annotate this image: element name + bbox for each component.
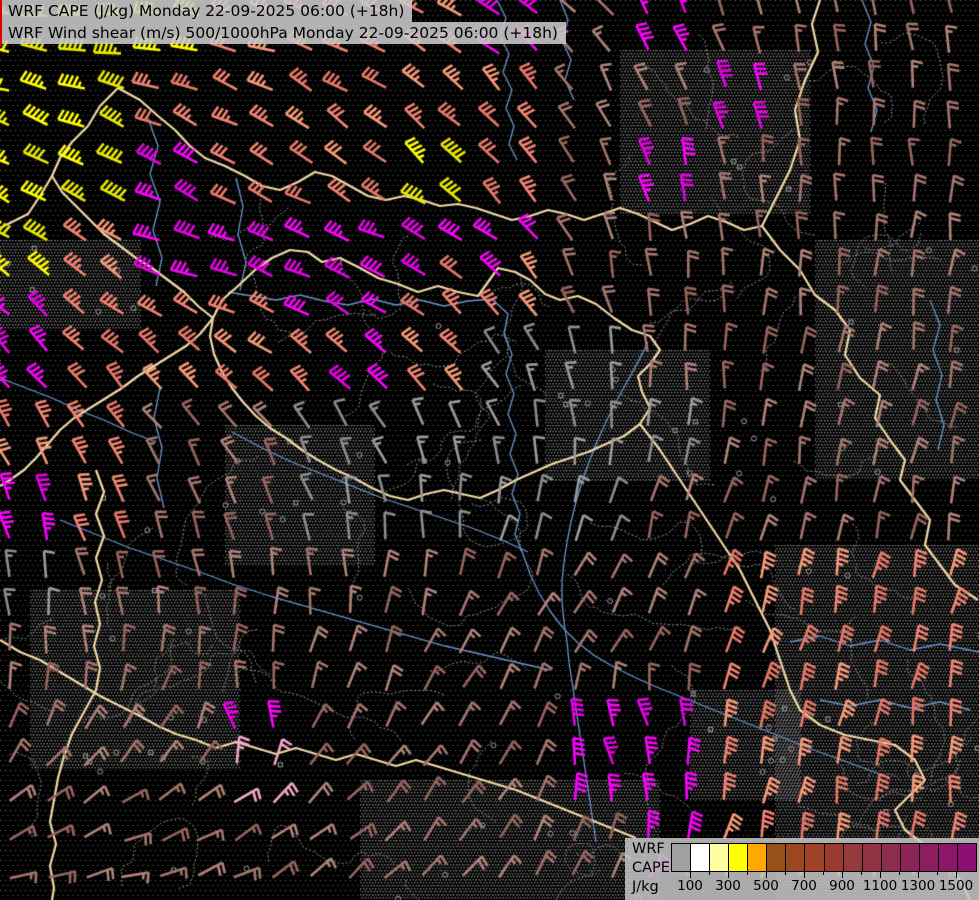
legend-tick-label: 700 [791,878,817,894]
legend-cell-15 [957,844,976,871]
legend-tick [785,871,786,875]
legend-cell-13 [919,844,939,871]
legend-tick [709,871,710,875]
legend-cell-10 [862,844,882,871]
legend-cell-9 [843,844,863,871]
legend-tick [766,871,767,878]
map-title-block: WRF CAPE (J/kg) Monday 22-09-2025 06:00 … [2,0,566,44]
legend-tick-label: 1300 [900,878,936,894]
legend-tick [804,871,805,878]
legend-cell-14 [938,844,958,871]
legend-cell-11 [881,844,901,871]
legend-cell-3 [729,844,749,871]
legend-tick-label: 300 [715,878,741,894]
title-line-windshear: WRF Wind shear (m/s) 500/1000hPa Monday … [2,22,566,44]
legend-colorbar [671,843,977,872]
legend-tick [861,871,862,875]
legend-tick [690,871,691,878]
legend-tick-label: 1500 [938,878,974,894]
legend-cell-6 [786,844,806,871]
legend-tick [956,871,957,878]
title-line-cape: WRF CAPE (J/kg) Monday 22-09-2025 06:00 … [2,0,413,22]
legend-tick [880,871,881,878]
legend-cell-8 [824,844,844,871]
legend-tick [899,871,900,875]
legend-tick [937,871,938,875]
legend-tick [918,871,919,878]
legend-cell-7 [805,844,825,871]
legend-tick-label: 900 [829,878,855,894]
legend-tick [747,871,748,875]
legend-cell-1 [691,844,711,871]
legend-cell-4 [748,844,768,871]
legend-cell-0 [672,844,692,871]
cape-legend: WRF CAPE J/kg 100 300 500 700 900 1100 1300 150… [625,838,979,900]
weather-map-canvas [0,0,979,900]
legend-tick-label: 500 [753,878,779,894]
legend-tick-label: 1100 [862,878,898,894]
legend-label-unit: J/kg [632,879,659,895]
legend-tick [842,871,843,878]
legend-tick [728,871,729,878]
legend-tick-label: 100 [677,878,703,894]
legend-cell-2 [710,844,730,871]
weather-map-stage: WRF CAPE (J/kg) Monday 22-09-2025 06:00 … [0,0,979,900]
legend-variable-label: WRF CAPE J/kg [632,840,670,897]
legend-cell-5 [767,844,787,871]
legend-label-wrf: WRF [632,841,665,857]
legend-cell-12 [900,844,920,871]
legend-tick [823,871,824,875]
legend-label-cape: CAPE [632,860,670,876]
